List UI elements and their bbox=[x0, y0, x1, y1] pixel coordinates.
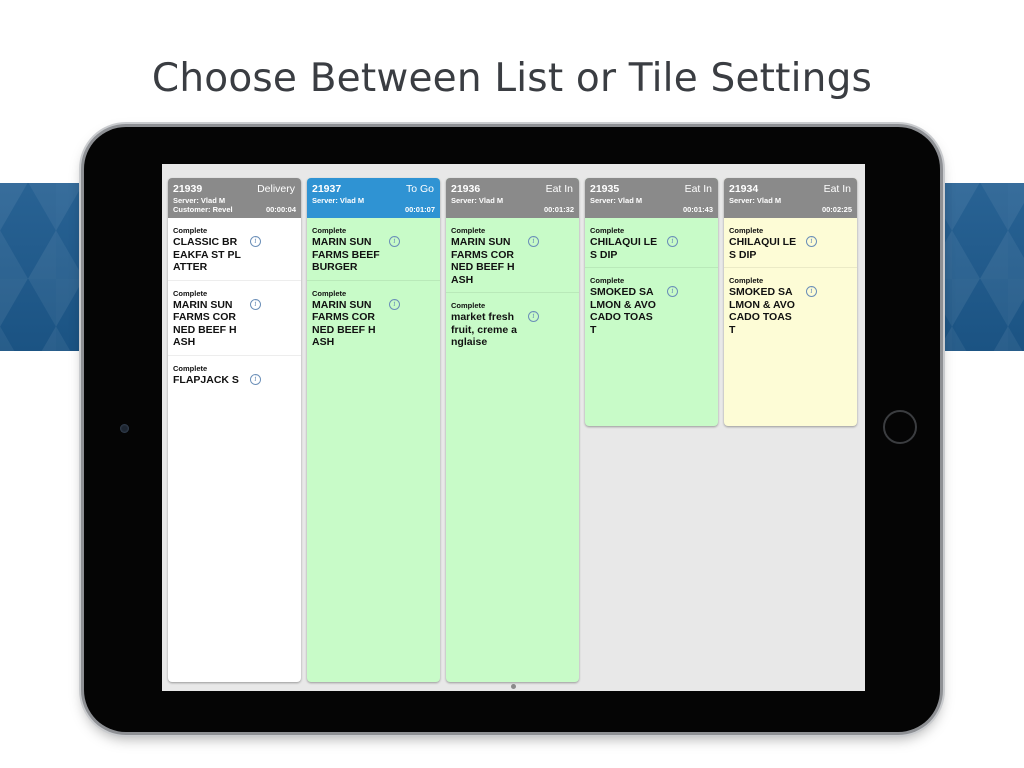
item-name: MARIN SUN FARMS BEEF BURGER bbox=[312, 236, 380, 273]
list-item[interactable]: Complete CLASSIC BREAKFA ST PLATTER i bbox=[168, 218, 301, 281]
server-name: Server: Vlad M bbox=[173, 196, 226, 205]
server-name: Server: Vlad M bbox=[451, 196, 504, 205]
order-type: Eat In bbox=[823, 183, 851, 195]
item-status: Complete bbox=[173, 363, 208, 373]
item-status: Complete bbox=[173, 288, 208, 298]
ticket-timer: 00:00:04 bbox=[265, 205, 296, 214]
order-type: To Go bbox=[405, 183, 434, 195]
info-icon[interactable]: i bbox=[250, 373, 261, 385]
page-headline: Choose Between List or Tile Settings bbox=[151, 56, 873, 101]
list-item[interactable]: Complete SMOKED SALMON & AVOCADO TOAST i bbox=[724, 268, 857, 342]
ticket-timer: 00:01:07 bbox=[404, 205, 435, 214]
order-type: Eat In bbox=[545, 183, 573, 195]
ticket-header[interactable]: 21934 Eat In Server: Vlad M 00:02:25 bbox=[724, 178, 857, 218]
ticket-header[interactable]: 21935 Eat In Server: Vlad M 00:01:43 bbox=[585, 178, 718, 218]
ticket-items: Complete CHILAQUI LES DIP i Complete SMO… bbox=[585, 218, 718, 342]
item-name: CHILAQUI LES DIP bbox=[729, 236, 797, 261]
list-item[interactable]: Complete MARIN SUN FARMS CORNED BEEF HAS… bbox=[446, 218, 579, 293]
kitchen-display-screen: 21939 Delivery Server: Vlad M Customer: … bbox=[162, 164, 865, 691]
item-status: Complete bbox=[312, 288, 347, 298]
ticket-header[interactable]: 21939 Delivery Server: Vlad M Customer: … bbox=[168, 178, 301, 218]
info-icon[interactable]: i bbox=[528, 236, 539, 247]
ticket-items: Complete CLASSIC BREAKFA ST PLATTER i Co… bbox=[168, 218, 301, 392]
item-name: SMOKED SALMON & AVOCADO TOAST bbox=[590, 286, 656, 336]
ticket-card[interactable]: 21935 Eat In Server: Vlad M 00:01:43 Com… bbox=[585, 178, 718, 426]
item-name: MARIN SUN FARMS CORNED BEEF HASH bbox=[173, 298, 237, 349]
ticket-timer: 00:01:32 bbox=[543, 205, 574, 214]
order-type: Delivery bbox=[257, 183, 295, 195]
ticket-header[interactable]: 21936 Eat In Server: Vlad M 00:01:32 bbox=[446, 178, 579, 218]
list-item[interactable]: Complete MARIN SUN FARMS CORNED BEEF HAS… bbox=[307, 281, 440, 355]
item-status: Complete bbox=[590, 276, 625, 285]
info-icon[interactable]: i bbox=[389, 298, 400, 310]
info-icon[interactable]: i bbox=[250, 236, 261, 247]
ticket-number: 21934 bbox=[729, 183, 759, 195]
ticket-number: 21937 bbox=[312, 183, 342, 195]
customer-name: Customer: Revel bbox=[173, 205, 233, 214]
item-status: Complete bbox=[729, 276, 764, 285]
list-item[interactable]: Complete MARIN SUN FARMS BEEF BURGER i bbox=[307, 218, 440, 281]
list-item[interactable]: Complete SMOKED SALMON & AVOCADO TOAST i bbox=[585, 268, 718, 342]
info-icon[interactable]: i bbox=[667, 286, 678, 297]
ticket-items: Complete MARIN SUN FARMS BEEF BURGER i C… bbox=[307, 218, 440, 355]
list-item[interactable]: Complete CHILAQUI LES DIP i bbox=[724, 218, 857, 268]
info-icon[interactable]: i bbox=[389, 236, 400, 247]
order-type: Eat In bbox=[684, 183, 712, 195]
ticket-card[interactable]: 21939 Delivery Server: Vlad M Customer: … bbox=[168, 178, 301, 682]
ticket-card[interactable]: 21937 To Go Server: Vlad M 00:01:07 Comp… bbox=[307, 178, 440, 682]
ticket-card[interactable]: 21936 Eat In Server: Vlad M 00:01:32 Com… bbox=[446, 178, 579, 682]
ticket-number: 21939 bbox=[173, 183, 203, 195]
info-icon[interactable]: i bbox=[806, 286, 817, 297]
ticket-card[interactable]: 21934 Eat In Server: Vlad M 00:02:25 Com… bbox=[724, 178, 857, 426]
item-name: SMOKED SALMON & AVOCADO TOAST bbox=[729, 286, 795, 336]
ticket-timer: 00:02:25 bbox=[821, 205, 852, 214]
item-name: market fresh fruit, creme anglaise bbox=[451, 311, 517, 348]
item-name: CLASSIC BREAKFA ST PLATTER bbox=[173, 236, 241, 273]
list-item[interactable]: Complete FLAPJACK S i bbox=[168, 356, 301, 393]
list-item[interactable]: Complete market fresh fruit, creme angla… bbox=[446, 293, 579, 355]
home-button[interactable] bbox=[883, 410, 917, 444]
info-icon[interactable]: i bbox=[528, 311, 539, 322]
server-name: Server: Vlad M bbox=[729, 196, 782, 205]
item-name: MARIN SUN FARMS CORNED BEEF HASH bbox=[451, 236, 515, 286]
item-status: Complete bbox=[312, 226, 347, 235]
item-status: Complete bbox=[729, 226, 764, 235]
ticket-items: Complete CHILAQUI LES DIP i Complete SMO… bbox=[724, 218, 857, 342]
info-icon[interactable]: i bbox=[667, 236, 678, 247]
ticket-number: 21935 bbox=[590, 183, 620, 195]
server-name: Server: Vlad M bbox=[312, 196, 365, 205]
item-status: Complete bbox=[173, 226, 208, 235]
ticket-header[interactable]: 21937 To Go Server: Vlad M 00:01:07 bbox=[307, 178, 440, 218]
item-name: FLAPJACK S bbox=[173, 373, 239, 386]
item-name: MARIN SUN FARMS CORNED BEEF HASH bbox=[312, 298, 376, 349]
camera-icon bbox=[120, 424, 129, 433]
ticket-timer: 00:01:43 bbox=[682, 205, 713, 214]
server-name: Server: Vlad M bbox=[590, 196, 643, 205]
page-indicator bbox=[511, 684, 516, 689]
item-status: Complete bbox=[451, 301, 486, 310]
info-icon[interactable]: i bbox=[250, 298, 261, 310]
item-name: CHILAQUI LES DIP bbox=[590, 236, 658, 261]
ticket-number: 21936 bbox=[451, 183, 481, 195]
list-item[interactable]: Complete MARIN SUN FARMS CORNED BEEF HAS… bbox=[168, 281, 301, 356]
info-icon[interactable]: i bbox=[806, 236, 817, 247]
item-status: Complete bbox=[451, 226, 486, 235]
tablet-frame: 21939 Delivery Server: Vlad M Customer: … bbox=[84, 127, 940, 732]
item-status: Complete bbox=[590, 226, 625, 235]
list-item[interactable]: Complete CHILAQUI LES DIP i bbox=[585, 218, 718, 268]
ticket-items: Complete MARIN SUN FARMS CORNED BEEF HAS… bbox=[446, 218, 579, 355]
